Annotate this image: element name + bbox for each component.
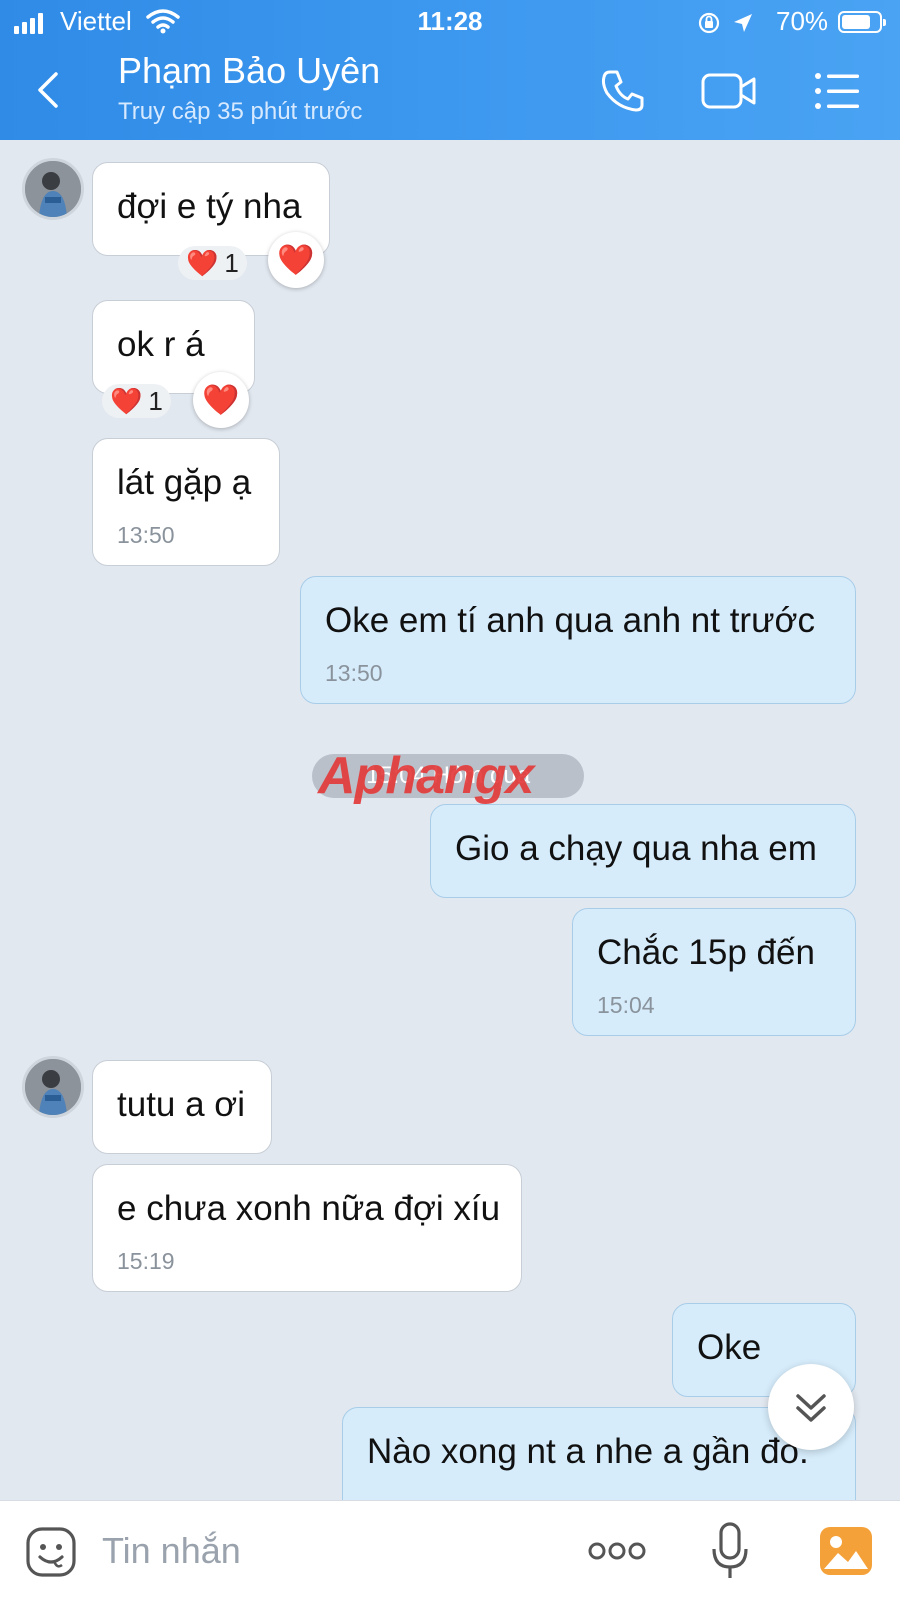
reaction-summary[interactable]: ❤️ 1 xyxy=(102,384,171,418)
message-timestamp: 13:50 xyxy=(117,522,175,548)
heart-reaction-icon: ❤️ xyxy=(110,385,143,416)
more-options-icon[interactable] xyxy=(588,1539,646,1563)
clock: 11:28 xyxy=(417,6,483,36)
message-text: Chắc 15p đến xyxy=(597,933,815,972)
location-arrow-icon xyxy=(734,14,752,32)
message-bubble-outgoing[interactable]: Gio a chạy qua nha em xyxy=(430,804,856,898)
heart-icon: ❤️ xyxy=(277,243,315,277)
message-timestamp: 15:19 xyxy=(117,1248,175,1274)
back-chevron-icon[interactable] xyxy=(30,70,70,110)
contact-avatar[interactable] xyxy=(22,1056,84,1118)
message-text: lát gặp ạ xyxy=(117,463,252,502)
chat-header: Viettel 11:28 70% Phạm Bảo Uyên Truy cập… xyxy=(0,0,900,140)
message-bubble-incoming[interactable]: e chưa xonh nữa đợi xíu 15:19 xyxy=(92,1164,522,1292)
last-seen-status: Truy cập 35 phút trước xyxy=(118,98,363,125)
message-text: ok r á xyxy=(117,325,205,364)
watermark-logo: Aphangx xyxy=(318,747,534,805)
message-input[interactable] xyxy=(102,1523,562,1579)
message-text: Gio a chạy qua nha em xyxy=(455,829,817,868)
message-text: Oke xyxy=(697,1328,762,1367)
message-text: tutu a ơi xyxy=(117,1085,246,1124)
message-bubble-incoming[interactable]: lát gặp ạ 13:50 xyxy=(92,438,280,566)
message-timestamp: 13:50 xyxy=(325,660,383,686)
add-reaction-button[interactable]: ❤️ xyxy=(268,232,324,288)
phone-icon[interactable] xyxy=(598,66,648,116)
sticker-emoji-icon[interactable] xyxy=(24,1525,78,1579)
add-reaction-button[interactable]: ❤️ xyxy=(193,372,249,428)
contact-avatar[interactable] xyxy=(22,158,84,220)
battery-percent: 70% xyxy=(776,6,829,36)
microphone-icon[interactable] xyxy=(710,1521,750,1581)
reaction-count: 1 xyxy=(224,247,239,278)
image-gallery-icon[interactable] xyxy=(818,1525,874,1577)
message-input-bar xyxy=(0,1500,900,1600)
status-bar: Viettel 11:28 70% xyxy=(0,0,900,44)
message-text: Nào xong nt a nhe a gần đó. xyxy=(367,1432,809,1471)
menu-list-icon[interactable] xyxy=(812,66,862,116)
rotation-lock-icon xyxy=(698,12,720,34)
message-text: e chưa xonh nữa đợi xíu xyxy=(117,1189,501,1228)
message-bubble-outgoing[interactable]: Oke em tí anh qua anh nt trước 13:50 xyxy=(300,576,856,704)
reaction-count: 1 xyxy=(148,385,163,416)
reaction-summary[interactable]: ❤️ 1 xyxy=(178,246,247,280)
message-text: Oke em tí anh qua anh nt trước xyxy=(325,601,815,640)
message-list[interactable]: đợi e tý nha ❤️ 1 ❤️ ok r á ❤️ 1 ❤️ lát … xyxy=(0,140,900,1500)
battery-icon xyxy=(838,11,886,33)
message-bubble-outgoing[interactable]: Chắc 15p đến 15:04 xyxy=(572,908,856,1036)
heart-icon: ❤️ xyxy=(202,383,240,417)
message-text: đợi e tý nha xyxy=(117,187,302,226)
contact-name[interactable]: Phạm Bảo Uyên xyxy=(118,50,380,92)
scroll-to-bottom-button[interactable] xyxy=(768,1364,854,1450)
video-camera-icon[interactable] xyxy=(700,66,758,116)
heart-reaction-icon: ❤️ xyxy=(186,247,219,278)
message-timestamp: 15:04 xyxy=(597,992,655,1018)
message-bubble-incoming[interactable]: tutu a ơi xyxy=(92,1060,272,1154)
double-chevron-down-icon xyxy=(796,1394,826,1422)
